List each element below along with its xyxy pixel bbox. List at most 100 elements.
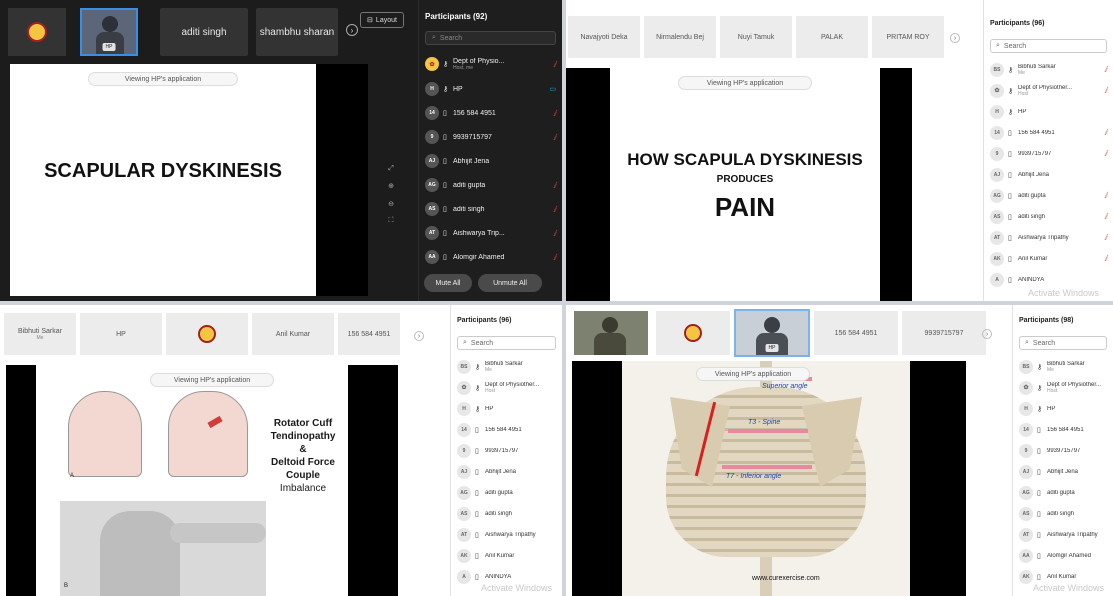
participant-list: BS ⚷ Bibhuti Sarkar Me ✿ ⚷ Dept of Physiother… xyxy=(1013,356,1113,587)
participant-video-tile[interactable] xyxy=(574,311,648,355)
mic-muted-icon[interactable]: ⅈ xyxy=(553,205,556,214)
unmute-all-button[interactable]: Unmute All xyxy=(478,274,542,292)
list-item[interactable]: H ⚷ HP xyxy=(1013,398,1113,419)
list-item[interactable]: 14 ▯ 156 584 4951 xyxy=(451,419,562,440)
list-item[interactable]: AT ▯ Aishwarya Tripathy ⅈ xyxy=(984,227,1113,248)
search-input[interactable]: ⌕ Search xyxy=(990,39,1107,53)
participant-tile[interactable]: 9939715797 xyxy=(902,311,986,355)
participant-tile[interactable]: Nirmalendu Bej xyxy=(644,16,716,58)
list-item[interactable]: AK ▯ Anil Kumar xyxy=(451,545,562,566)
participant-tile[interactable]: Nuyi Tamuk xyxy=(720,16,792,58)
mic-muted-icon[interactable]: ⅈ xyxy=(1104,128,1107,137)
list-item[interactable]: AT ▯ Aishwarya Trip... ⅈ xyxy=(419,221,562,245)
list-item[interactable]: AJ ▯ Abhijit Jena xyxy=(419,149,562,173)
phone-icon: ▯ xyxy=(1037,447,1041,455)
list-item[interactable]: H ⚷ HP ▭ xyxy=(419,77,562,101)
list-item[interactable]: ✿ ⚷ Dept of Physio... Host, me ⅈ xyxy=(419,51,562,77)
phone-icon: ▯ xyxy=(1037,552,1041,560)
slide-text-line: Imbalance xyxy=(279,483,327,494)
participant-tile[interactable]: aditi singh xyxy=(160,8,248,56)
expand-icon[interactable]: ⤢ xyxy=(388,165,394,173)
logo-tile[interactable] xyxy=(8,8,66,56)
mic-muted-icon[interactable]: ⅈ xyxy=(1104,65,1107,74)
participant-tile[interactable]: Anil Kumar xyxy=(252,313,334,355)
logo-tile[interactable] xyxy=(656,311,730,355)
list-item[interactable]: AJ ▯ Abhijit Jena xyxy=(1013,461,1113,482)
list-item[interactable]: AS ▯ aditi singh xyxy=(1013,503,1113,524)
next-page-arrow-icon[interactable]: › xyxy=(414,331,424,341)
participant-tile[interactable]: PALAK xyxy=(796,16,868,58)
list-item[interactable]: ✿ ⚷ Dept of Physiother... Host xyxy=(1013,377,1113,398)
activate-windows-watermark: Activate Windows xyxy=(1033,583,1105,593)
list-item[interactable]: 9 ▯ 9939715797 xyxy=(451,440,562,461)
list-item[interactable]: H ⚷ HP xyxy=(984,101,1113,122)
mic-muted-icon[interactable]: ⅈ xyxy=(1104,254,1107,263)
next-page-arrow-icon[interactable]: › xyxy=(982,329,992,339)
participant-name: Anil Kumar xyxy=(485,552,515,559)
search-input[interactable]: ⌕ Search xyxy=(457,336,556,350)
mic-muted-icon[interactable]: ⅈ xyxy=(553,253,556,262)
list-item[interactable]: AT ▯ Aishwarya Tripathy xyxy=(1013,524,1113,545)
participant-tile[interactable]: shambhu sharan xyxy=(256,8,338,56)
mic-muted-icon[interactable]: ⅈ xyxy=(1104,86,1107,95)
list-item[interactable]: ✿ ⚷ Dept of Physiother... Host xyxy=(451,377,562,398)
logo-tile[interactable] xyxy=(166,313,248,355)
participant-tile[interactable]: Navajyoti Deka xyxy=(568,16,640,58)
mic-muted-icon[interactable]: ⅈ xyxy=(553,133,556,142)
mic-muted-icon[interactable]: ⅈ xyxy=(553,60,556,69)
next-page-arrow-icon[interactable]: › xyxy=(950,33,960,43)
mute-all-button[interactable]: Mute All xyxy=(424,274,472,292)
mic-muted-icon[interactable]: ⅈ xyxy=(553,229,556,238)
list-item[interactable]: AG ▯ aditi gupta xyxy=(451,482,562,503)
list-item[interactable]: BS ⚷ Bibhuti Sarkar Me xyxy=(451,356,562,377)
list-item[interactable]: AS ▯ aditi singh ⅈ xyxy=(984,206,1113,227)
list-item[interactable]: 14 ▯ 156 584 4951 xyxy=(1013,419,1113,440)
list-item[interactable]: 9 ▯ 9939715797 ⅈ xyxy=(984,143,1113,164)
list-item[interactable]: 9 ▯ 9939715797 xyxy=(1013,440,1113,461)
participant-tile[interactable]: 156 584 4951 xyxy=(338,313,400,355)
search-input[interactable]: ⌕ Search xyxy=(1019,336,1107,350)
next-page-arrow-icon[interactable]: › xyxy=(346,24,358,36)
list-item[interactable]: AT ▯ Aishwarya Tripathy xyxy=(451,524,562,545)
key-icon: ⚷ xyxy=(1037,384,1043,392)
participant-tile[interactable]: Bibhuti Sarkar Me xyxy=(4,313,76,355)
mic-muted-icon[interactable]: ⅈ xyxy=(553,181,556,190)
list-item[interactable]: AS ▯ aditi singh ⅈ xyxy=(419,197,562,221)
list-item[interactable]: AG ▯ aditi gupta ⅈ xyxy=(419,173,562,197)
list-item[interactable]: AJ ▯ Abhijit Jena xyxy=(984,164,1113,185)
list-item[interactable]: BS ⚷ Bibhuti Sarkar Me ⅈ xyxy=(984,59,1113,80)
presenter-video-tile[interactable]: HP xyxy=(80,8,138,56)
list-item[interactable]: AS ▯ aditi singh xyxy=(451,503,562,524)
list-item[interactable]: BS ⚷ Bibhuti Sarkar Me xyxy=(1013,356,1113,377)
fit-icon[interactable]: ⛶ xyxy=(389,217,394,225)
list-item[interactable]: AJ ▯ Abhijit Jena xyxy=(451,461,562,482)
list-item[interactable]: 14 ▯ 156 584 4951 ⅈ xyxy=(419,101,562,125)
mic-muted-icon[interactable]: ⅈ xyxy=(1104,149,1107,158)
mic-muted-icon[interactable]: ⅈ xyxy=(553,109,556,118)
list-item[interactable]: AA ▯ Alomgir Ahamed xyxy=(1013,545,1113,566)
list-item[interactable]: H ⚷ HP xyxy=(451,398,562,419)
skeleton-illustration: Superior angle T3 - Spine T7 - Inferior … xyxy=(622,361,910,596)
participant-tile[interactable]: PRITAM ROY xyxy=(872,16,944,58)
zoom-out-icon[interactable]: ⊖ xyxy=(388,200,394,208)
layout-button[interactable]: ⊟ Layout xyxy=(360,12,404,28)
list-item[interactable]: A ▯ ANINDYA xyxy=(984,269,1113,290)
list-item[interactable]: AK ▯ Anil Kumar ⅈ xyxy=(984,248,1113,269)
search-input[interactable]: ⌕ Search xyxy=(425,31,556,45)
list-item[interactable]: 14 ▯ 156 584 4951 ⅈ xyxy=(984,122,1113,143)
mic-muted-icon[interactable]: ⅈ xyxy=(1104,212,1107,221)
zoom-in-icon[interactable]: ⊕ xyxy=(388,182,394,190)
list-item[interactable]: ✿ ⚷ Dept of Physiother... Host ⅈ xyxy=(984,80,1113,101)
list-item[interactable]: AA ▯ Alomgir Ahamed ⅈ xyxy=(419,245,562,269)
presenter-video-tile[interactable]: HP xyxy=(734,309,810,357)
mic-muted-icon[interactable]: ⅈ xyxy=(1104,191,1107,200)
participant-name: Bibhuti Sarkar xyxy=(485,360,523,367)
image-caption: www.curexercise.com xyxy=(752,575,820,582)
list-item[interactable]: AG ▯ aditi gupta ⅈ xyxy=(984,185,1113,206)
participant-tile[interactable]: 156 584 4951 xyxy=(814,311,898,355)
camera-on-icon[interactable]: ▭ xyxy=(549,85,556,93)
mic-muted-icon[interactable]: ⅈ xyxy=(1104,233,1107,242)
list-item[interactable]: 9 ▯ 9939715797 ⅈ xyxy=(419,125,562,149)
list-item[interactable]: AG ▯ aditi gupta xyxy=(1013,482,1113,503)
participant-tile[interactable]: HP xyxy=(80,313,162,355)
